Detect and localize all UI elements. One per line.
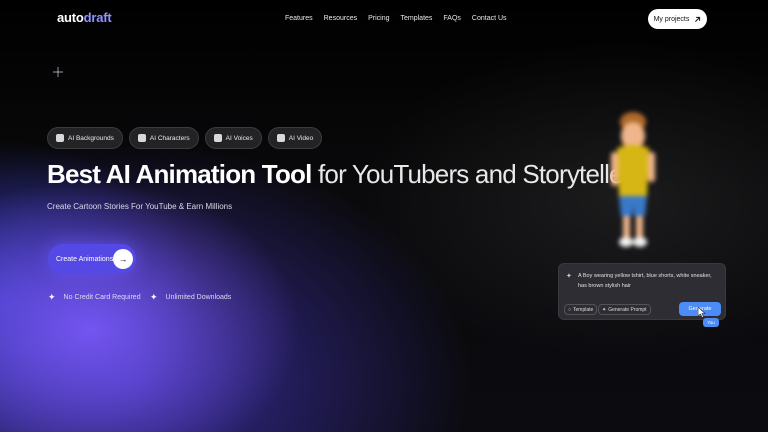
arrow-up-right-icon: [695, 16, 701, 22]
my-projects-button[interactable]: My projects: [648, 9, 707, 29]
feature-label: No Credit Card Required: [63, 294, 141, 301]
sparkle-icon: [53, 67, 63, 77]
create-animations-button[interactable]: Create Animations →: [48, 244, 136, 274]
pill-label: AI Video: [288, 134, 314, 142]
pill-label: AI Voices: [225, 134, 253, 142]
nav-faqs[interactable]: FAQs: [443, 15, 461, 22]
sparkle-icon: ✦: [150, 292, 158, 302]
feature-label: Unlimited Downloads: [165, 294, 232, 301]
character-icon: [137, 134, 146, 142]
template-icon: ○: [568, 306, 572, 313]
mouse-cursor-icon: [698, 307, 706, 318]
video-icon: [276, 134, 285, 142]
pill-ai-video[interactable]: AI Video: [267, 127, 323, 149]
site-header: autodraft Features Resources Pricing Tem…: [0, 0, 768, 40]
hero-headline: Best AI Animation Tool for YouTubers and…: [47, 159, 644, 190]
logo[interactable]: autodraft: [57, 10, 112, 25]
pill-ai-backgrounds[interactable]: AI Backgrounds: [47, 127, 123, 149]
cursor-tag: You: [703, 318, 719, 327]
pill-label: AI Characters: [149, 134, 190, 142]
magic-wand-icon: ✦: [602, 306, 607, 313]
cta-label: Create Animations: [56, 255, 114, 263]
voice-icon: [213, 134, 222, 142]
nav-features[interactable]: Features: [285, 15, 313, 22]
nav-resources[interactable]: Resources: [324, 15, 357, 22]
hero-subline: Create Cartoon Stories For YouTube & Ear…: [47, 202, 233, 211]
generate-prompt-label: Generate Prompt: [608, 306, 647, 313]
sparkle-icon: ✦: [48, 292, 56, 302]
template-chip[interactable]: ○ Template: [564, 304, 598, 315]
logo-text-auto: auto: [57, 10, 84, 25]
headline-strong: Best AI Animation Tool: [47, 159, 312, 189]
arrow-right-icon: →: [113, 249, 133, 269]
main-nav: Features Resources Pricing Templates FAQ…: [285, 15, 507, 22]
nav-templates[interactable]: Templates: [401, 15, 433, 22]
image-icon: [56, 134, 64, 142]
feature-unlimited-downloads: ✦ Unlimited Downloads: [150, 292, 231, 303]
cartoon-character-image: [611, 112, 655, 247]
pill-ai-characters[interactable]: AI Characters: [128, 127, 199, 149]
pill-ai-voices[interactable]: AI Voices: [204, 127, 262, 149]
feature-no-credit-card: ✦ No Credit Card Required: [48, 292, 141, 303]
logo-text-draft: draft: [83, 10, 112, 25]
template-label: Template: [573, 306, 594, 313]
prompt-text[interactable]: A Boy wearing yellow tshirt, blue shorts…: [578, 271, 718, 291]
nav-pricing[interactable]: Pricing: [368, 15, 389, 22]
pill-label: AI Backgrounds: [68, 134, 114, 142]
ai-sparkle-icon: ✦: [566, 273, 572, 280]
nav-contact-us[interactable]: Contact Us: [472, 15, 507, 22]
headline-light: for YouTubers and Storytellers: [317, 159, 644, 189]
my-projects-label: My projects: [653, 15, 690, 23]
generate-prompt-chip[interactable]: ✦ Generate Prompt: [598, 304, 651, 315]
feature-pills: AI Backgrounds AI Characters AI Voices A…: [47, 127, 323, 149]
